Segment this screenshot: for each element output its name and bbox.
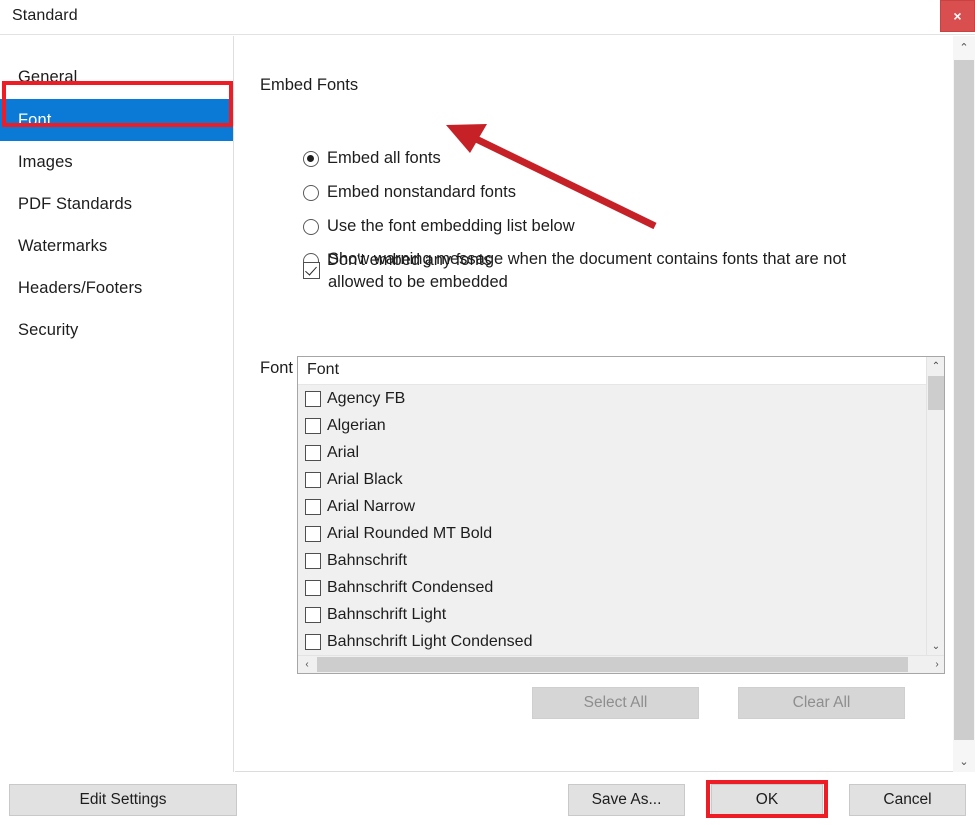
- sidebar-item-label: Images: [18, 152, 73, 171]
- radio-icon: [303, 184, 319, 201]
- checkbox-show-warning-message[interactable]: Show warning message when the document c…: [303, 248, 888, 294]
- close-button[interactable]: ×: [940, 0, 975, 32]
- sidebar-item-label: Watermarks: [18, 236, 108, 255]
- font-name: Arial Narrow: [327, 497, 416, 515]
- list-item[interactable]: Algerian: [298, 412, 928, 439]
- scroll-down-icon[interactable]: ⌄: [927, 637, 944, 655]
- checkbox-icon[interactable]: [305, 417, 321, 434]
- select-all-button[interactable]: Select All: [532, 687, 699, 719]
- list-item[interactable]: Agency FB: [298, 385, 928, 412]
- list-item[interactable]: Arial Narrow: [298, 493, 928, 520]
- radio-label: Embed nonstandard fonts: [327, 183, 516, 201]
- list-item[interactable]: Arial Black: [298, 466, 928, 493]
- clear-all-button[interactable]: Clear All: [738, 687, 905, 719]
- sidebar-item-general[interactable]: General: [0, 56, 233, 98]
- radio-icon: [303, 150, 319, 167]
- scroll-up-icon[interactable]: ⌃: [953, 36, 975, 58]
- footer-bar: Edit Settings Save As... OK Cancel: [0, 773, 975, 825]
- checkbox-icon[interactable]: [305, 390, 321, 407]
- scroll-down-icon[interactable]: ⌄: [953, 750, 975, 772]
- list-item[interactable]: Bahnschrift Light: [298, 601, 928, 628]
- title-bar: Standard ×: [0, 0, 975, 35]
- font-name: Bahnschrift Light Condensed: [327, 632, 533, 650]
- embed-fonts-heading: Embed Fonts: [260, 76, 359, 94]
- checkbox-icon[interactable]: [305, 444, 321, 461]
- list-header: Font: [298, 357, 928, 385]
- sidebar-item-label: PDF Standards: [18, 194, 133, 213]
- radio-embed-all-fonts[interactable]: Embed all fonts: [303, 149, 441, 168]
- list-hscroll-thumb[interactable]: [317, 657, 908, 672]
- checkbox-icon[interactable]: [305, 498, 321, 515]
- radio-label: Use the font embedding list below: [327, 217, 575, 235]
- radio-use-font-embedding-list[interactable]: Use the font embedding list below: [303, 217, 575, 236]
- font-name: Arial: [327, 443, 360, 461]
- list-item[interactable]: Bahnschrift Condensed: [298, 574, 928, 601]
- font-name: Arial Rounded MT Bold: [327, 524, 493, 542]
- list-horizontal-scrollbar[interactable]: ‹ ›: [298, 655, 944, 673]
- font-name: Bahnschrift Condensed: [327, 578, 494, 596]
- save-as-button[interactable]: Save As...: [568, 784, 685, 816]
- sidebar-item-headers-footers[interactable]: Headers/Footers: [0, 267, 233, 309]
- font-name: Algerian: [327, 416, 386, 434]
- sidebar-item-label: General: [18, 67, 78, 86]
- font-name: Bahnschrift: [327, 551, 408, 569]
- radio-embed-nonstandard-fonts[interactable]: Embed nonstandard fonts: [303, 183, 516, 202]
- checkbox-icon[interactable]: [305, 471, 321, 488]
- close-icon: ×: [953, 8, 962, 24]
- list-item[interactable]: Arial Rounded MT Bold: [298, 520, 928, 547]
- font-name: Bahnschrift Light: [327, 605, 447, 623]
- list-item[interactable]: Bahnschrift: [298, 547, 928, 574]
- checkbox-icon[interactable]: [305, 606, 321, 623]
- list-item[interactable]: Bahnschrift Light Condensed: [298, 628, 928, 655]
- sidebar-item-label: Security: [18, 320, 79, 339]
- sidebar-item-images[interactable]: Images: [0, 141, 233, 183]
- list-header-label: Font: [307, 361, 340, 378]
- content-panel: Embed Fonts Embed all fonts Embed nonsta…: [235, 36, 975, 772]
- cancel-button[interactable]: Cancel: [849, 784, 966, 816]
- ok-button[interactable]: OK: [711, 784, 823, 816]
- sidebar-item-label: Headers/Footers: [18, 278, 143, 297]
- sidebar-item-watermarks[interactable]: Watermarks: [0, 225, 233, 267]
- font-name: Arial Black: [327, 470, 403, 488]
- panel-scrollbar[interactable]: ⌃ ⌄: [953, 36, 975, 772]
- scroll-right-icon[interactable]: ›: [928, 656, 944, 673]
- panel-scroll-thumb[interactable]: [954, 60, 974, 740]
- edit-settings-button[interactable]: Edit Settings: [9, 784, 237, 816]
- checkbox-icon: [303, 262, 320, 279]
- font-list-rows: Agency FB Algerian Arial Arial Black Ari…: [298, 385, 928, 655]
- settings-dialog: Standard × General Font Images PDF Stand…: [0, 0, 975, 825]
- font-name: Agency FB: [327, 389, 406, 407]
- scroll-up-icon[interactable]: ⌃: [927, 357, 944, 375]
- font-embedding-listbox[interactable]: Font Agency FB Algerian Arial Arial Blac…: [297, 356, 945, 674]
- list-item[interactable]: Arial: [298, 439, 928, 466]
- sidebar-item-label: Font: [18, 110, 52, 129]
- sidebar: General Font Images PDF Standards Waterm…: [0, 36, 234, 772]
- radio-icon: [303, 218, 319, 235]
- sidebar-item-pdf-standards[interactable]: PDF Standards: [0, 183, 233, 225]
- list-vertical-scrollbar[interactable]: ⌃ ⌄: [926, 357, 944, 655]
- radio-label: Embed all fonts: [327, 149, 441, 167]
- checkbox-icon[interactable]: [305, 525, 321, 542]
- checkbox-icon[interactable]: [305, 633, 321, 650]
- window-title: Standard: [12, 7, 78, 24]
- checkbox-icon[interactable]: [305, 552, 321, 569]
- sidebar-item-font[interactable]: Font: [0, 99, 233, 141]
- scroll-left-icon[interactable]: ‹: [298, 656, 316, 673]
- sidebar-item-security[interactable]: Security: [0, 309, 233, 351]
- list-scroll-thumb[interactable]: [928, 376, 944, 410]
- checkbox-icon[interactable]: [305, 579, 321, 596]
- checkbox-label: Show warning message when the document c…: [328, 250, 847, 291]
